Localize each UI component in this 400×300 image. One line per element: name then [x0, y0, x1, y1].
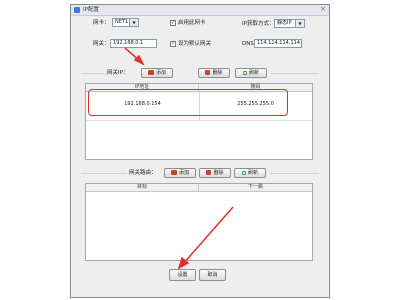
annotation-arrows — [124, 47, 234, 270]
annotation-arrow-to-add-button — [124, 47, 145, 66]
annotation-arrow-to-ok-button — [177, 206, 234, 270]
